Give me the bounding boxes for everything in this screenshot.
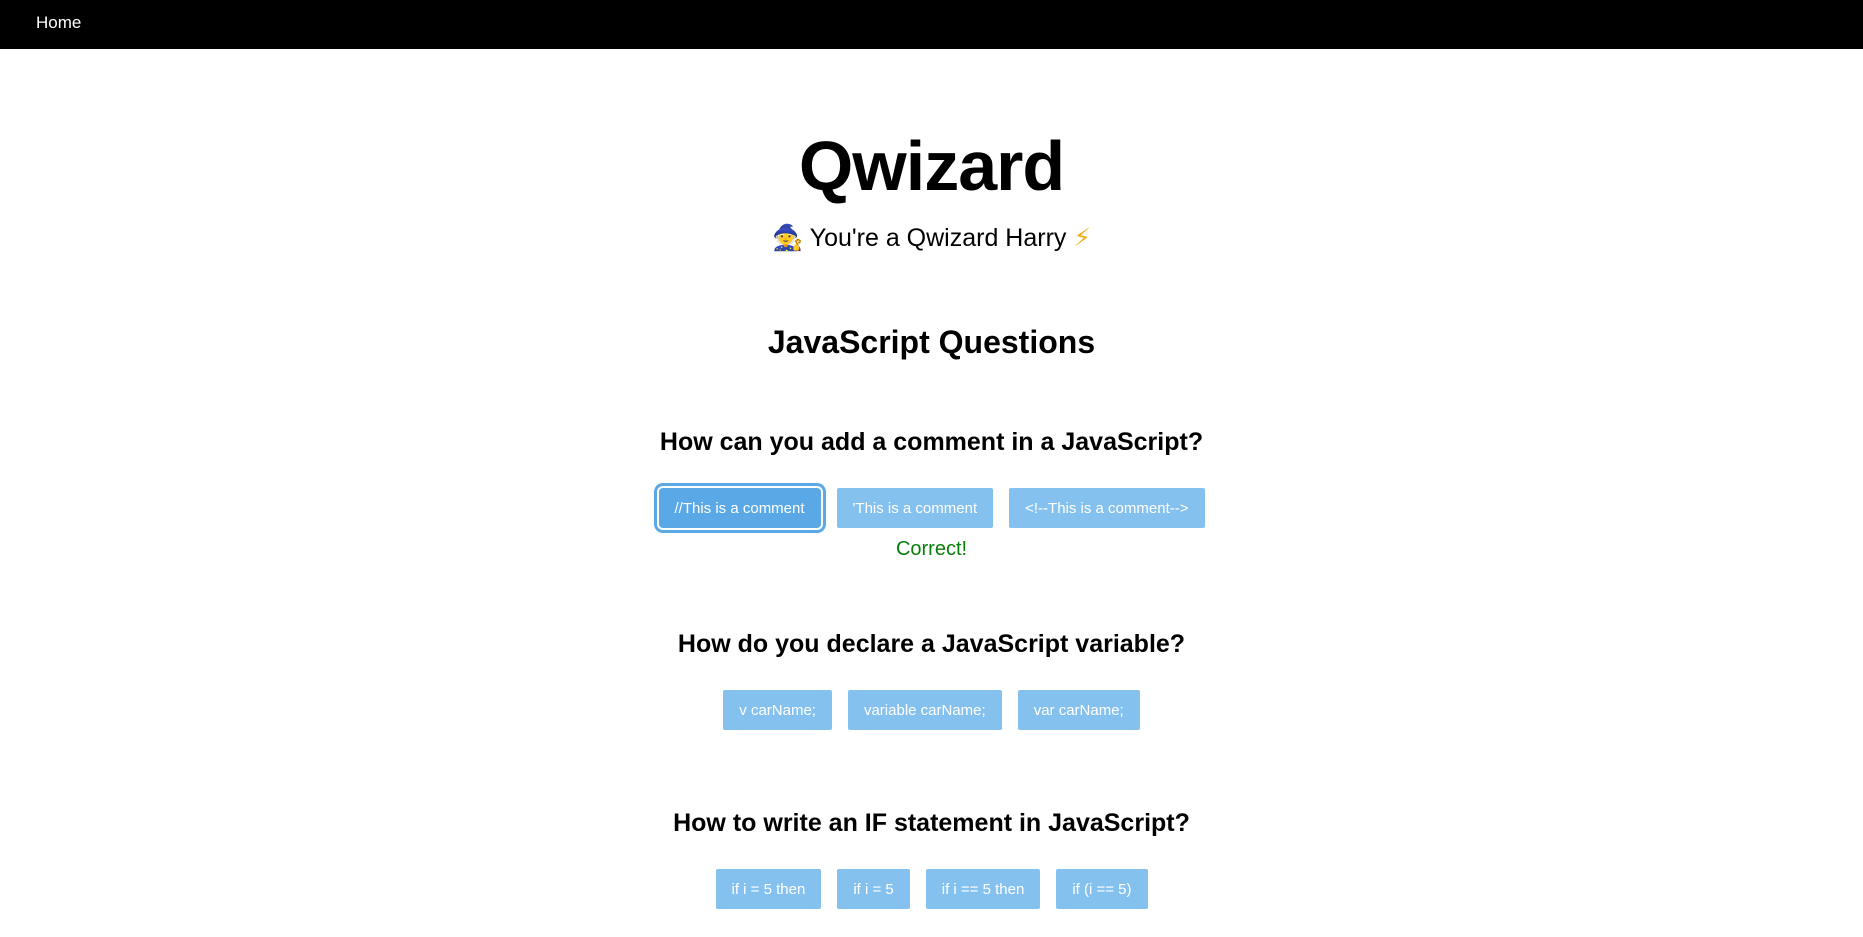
question-1-text: How can you add a comment in a JavaScrip… (659, 428, 1204, 456)
answer-button[interactable]: if i = 5 (837, 869, 910, 909)
answer-button[interactable]: var carName; (1017, 690, 1140, 730)
answer-button[interactable]: <!--This is a comment--> (1009, 488, 1205, 528)
page-title: Qwizard (798, 127, 1065, 205)
answer-button[interactable]: v carName; (723, 690, 832, 730)
section-heading: JavaScript Questions (767, 324, 1096, 360)
subtitle-text: You're a Qwizard Harry (809, 224, 1067, 252)
question-3-text: How to write an IF statement in JavaScri… (673, 809, 1190, 837)
answer-button[interactable]: variable carName; (847, 690, 1002, 730)
lightning-bolt-icon: ⚡ (1073, 224, 1091, 252)
answer-button[interactable]: if (i == 5) (1056, 869, 1148, 909)
question-1-answers: //This is a comment 'This is a comment <… (0, 483, 1863, 533)
answer-button[interactable]: 'This is a comment (836, 488, 994, 528)
top-navbar: Home (0, 0, 1863, 49)
question-3-answers: if i = 5 then if i = 5 if i == 5 then if… (0, 869, 1863, 909)
question-2-text: How do you declare a JavaScript variable… (677, 630, 1186, 658)
wizard-icon: 🧙 (772, 224, 804, 252)
answer-button[interactable]: if i == 5 then (925, 869, 1041, 909)
question-2-answers: v carName; variable carName; var carName… (0, 690, 1863, 730)
answer-button[interactable]: //This is a comment (653, 483, 826, 533)
answer-button[interactable]: if i = 5 then (715, 869, 822, 909)
home-link[interactable]: Home (36, 13, 81, 33)
page-subtitle: 🧙 You're a Qwizard Harry ⚡ (0, 222, 1863, 254)
answer-feedback: Correct! (895, 538, 968, 560)
